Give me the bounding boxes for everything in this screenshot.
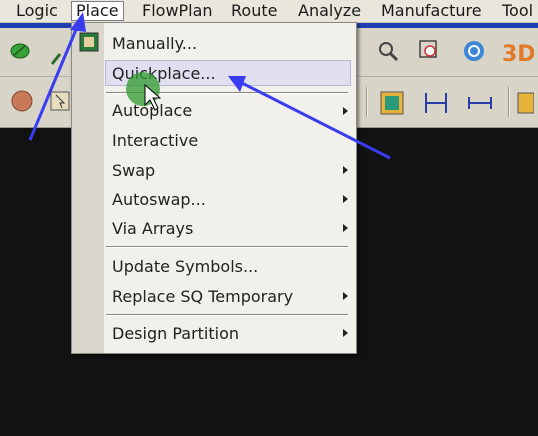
- place-manually-icon: [79, 32, 99, 52]
- submenu-arrow-icon: [343, 195, 348, 203]
- measure-icon[interactable]: [466, 89, 494, 117]
- menu-icon-gutter: [72, 23, 104, 353]
- component-icon-partial[interactable]: [514, 89, 534, 117]
- menu-place[interactable]: Place: [71, 1, 124, 21]
- dimension-icon[interactable]: [422, 89, 450, 117]
- menu-separator: [106, 246, 348, 248]
- toolbar-separator: [508, 87, 510, 117]
- submenu-arrow-icon: [343, 329, 348, 337]
- menu-item-manually[interactable]: Manually...: [112, 31, 197, 57]
- menu-route[interactable]: Route: [227, 1, 281, 21]
- toolbar-separator: [366, 87, 368, 117]
- 3d-view-icon[interactable]: 3D: [500, 37, 534, 67]
- zoom-icon[interactable]: [376, 39, 400, 63]
- zoom-fit-icon[interactable]: [418, 39, 442, 63]
- component-icon[interactable]: [378, 89, 406, 117]
- menu-item-via-arrays[interactable]: Via Arrays: [112, 216, 193, 242]
- menu-analyze[interactable]: Analyze: [294, 1, 365, 21]
- menu-item-update-symbols[interactable]: Update Symbols...: [112, 254, 258, 280]
- menu-item-interactive[interactable]: Interactive: [112, 128, 198, 154]
- menu-item-design-partition[interactable]: Design Partition: [112, 321, 239, 347]
- submenu-arrow-icon: [343, 292, 348, 300]
- menu-bar: Logic Place FlowPlan Route Analyze Manuf…: [0, 0, 538, 23]
- circle-icon[interactable]: [10, 89, 34, 113]
- leaf-icon[interactable]: [8, 39, 32, 63]
- refresh-icon[interactable]: [462, 39, 486, 63]
- menu-flowplan[interactable]: FlowPlan: [138, 1, 217, 21]
- menu-item-autoswap[interactable]: Autoswap...: [112, 187, 206, 213]
- menu-item-swap[interactable]: Swap: [112, 158, 155, 184]
- menu-logic[interactable]: Logic: [12, 1, 62, 21]
- select-icon[interactable]: [48, 89, 72, 113]
- pin-icon[interactable]: [48, 44, 72, 68]
- menu-item-autoplace[interactable]: Autoplace: [112, 98, 192, 124]
- submenu-arrow-icon: [343, 107, 348, 115]
- menu-separator: [106, 314, 348, 316]
- menu-item-replace-sq-temporary[interactable]: Replace SQ Temporary: [112, 284, 293, 310]
- menu-manufacture[interactable]: Manufacture: [377, 1, 486, 21]
- svg-text:3D: 3D: [502, 42, 534, 67]
- menu-tools[interactable]: Tool: [498, 1, 537, 21]
- submenu-arrow-icon: [343, 166, 348, 174]
- menu-item-quickplace[interactable]: Quickplace...: [105, 60, 351, 86]
- place-menu-dropdown: Manually... Quickplace... Autoplace Inte…: [71, 22, 357, 354]
- menu-separator: [106, 92, 348, 94]
- submenu-arrow-icon: [343, 224, 348, 232]
